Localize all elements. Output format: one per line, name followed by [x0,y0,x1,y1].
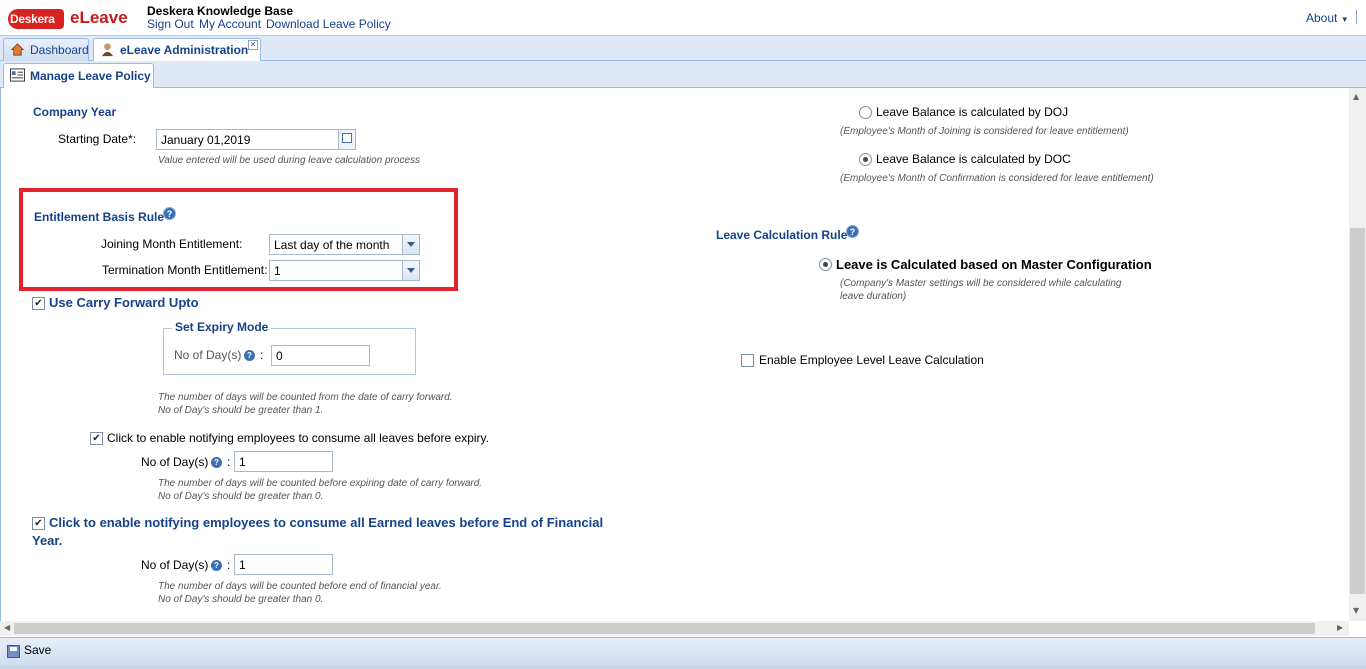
employee-level-checkbox[interactable] [741,354,754,367]
close-icon[interactable]: ✕ [248,40,258,50]
master-config-label: Leave is Calculated based on Master Conf… [836,257,1152,272]
scroll-up-icon[interactable]: ▲ [1353,92,1359,101]
company-year-title: Company Year [33,105,117,119]
notify-expiry-label: Click to enable notifying employees to c… [107,431,489,445]
termination-month-select[interactable]: 1 [269,260,420,281]
entitlement-basis-rule-title: Entitlement Basis Rule [34,210,165,224]
help-icon[interactable]: ? [244,350,255,361]
app-name: eLeave [70,8,128,27]
notify-earned-days-value: 1 [239,558,246,572]
notify-expiry-days-label: No of Day(s) [141,455,209,469]
chevron-down-icon[interactable] [402,261,419,280]
policy-form: Company Year Starting Date*: January 01,… [0,88,1349,621]
notify-expiry-days-value: 1 [239,455,246,469]
starting-date-label: Starting Date*: [58,132,137,146]
policy-icon [10,68,25,82]
joining-month-select[interactable]: Last day of the month [269,234,420,255]
leave-balance-doc-label: Leave Balance is calculated by DOC [876,152,1071,166]
employee-level-label: Enable Employee Level Leave Calculation [759,353,984,367]
colon: : [260,348,264,362]
bottom-toolbar [0,637,1366,665]
horizontal-scroll-thumb[interactable] [14,623,1315,634]
calendar-icon[interactable] [338,130,355,149]
scroll-down-icon[interactable]: ▼ [1353,606,1359,615]
sign-out-link[interactable]: Sign Out [147,17,194,31]
help-icon[interactable]: ? [163,207,176,220]
divider [1356,10,1357,24]
notify-expiry-hint-2: No of Day's should be greater than 0. [158,491,324,502]
about-menu[interactable]: About ▼ [1306,11,1349,25]
colon: : [227,455,231,469]
tab-eleave-administration[interactable]: eLeave Administration [93,38,261,62]
carry-days-label: No of Day(s) [174,348,241,362]
notify-earned-hint-1: The number of days will be counted befor… [158,581,442,592]
starting-date-field[interactable]: January 01,2019 [156,129,356,150]
help-icon[interactable]: ? [846,225,859,238]
master-config-hint-2: leave duration) [840,291,907,302]
scroll-right-icon[interactable]: ▶ [1337,623,1343,632]
notify-earned-hint-2: No of Day's should be greater than 0. [158,594,324,605]
scroll-left-icon[interactable]: ◀ [4,623,10,632]
vertical-scroll-thumb[interactable] [1350,228,1365,594]
colon: : [227,558,231,572]
chevron-down-icon: ▼ [1340,15,1349,24]
tab-dashboard[interactable]: Dashboard [3,38,89,61]
carry-days-input[interactable]: 0 [271,345,370,366]
subtab-label: Manage Leave Policy [30,69,151,83]
leave-balance-doc-hint: (Employee's Month of Confirmation is con… [840,173,1154,184]
tab-manage-leave-policy[interactable]: Manage Leave Policy [3,63,154,88]
leave-balance-doc-radio[interactable] [859,153,872,166]
home-icon [10,43,25,56]
carry-days-value: 0 [276,349,283,363]
sub-tab-strip [0,61,1366,88]
help-icon[interactable]: ? [211,560,222,571]
carry-days-label-text: No of Day(s) [174,348,242,362]
master-config-radio[interactable] [819,258,832,271]
carry-forward-checkbox[interactable] [32,297,45,310]
notify-earned-checkbox[interactable] [32,517,45,530]
carry-hint-1: The number of days will be counted from … [158,392,453,403]
leave-balance-doj-radio[interactable] [859,106,872,119]
divider [0,665,1366,669]
notify-earned-days-label: No of Day(s) [141,558,209,572]
notify-earned-days-input[interactable]: 1 [234,554,333,575]
notify-earned-label-line1: Click to enable notifying employees to c… [49,515,604,530]
notify-expiry-hint-1: The number of days will be counted befor… [158,478,483,489]
leave-balance-doj-hint: (Employee's Month of Joining is consider… [840,126,1129,137]
download-leave-policy-link[interactable]: Download Leave Policy [266,17,391,31]
help-icon[interactable]: ? [211,457,222,468]
starting-date-hint: Value entered will be used during leave … [158,155,421,166]
tab-label: eLeave Administration [120,43,249,57]
joining-month-value: Last day of the month [274,238,390,252]
knowledge-base-title[interactable]: Deskera Knowledge Base [147,4,293,18]
carry-hint-2: No of Day's should be greater than 1. [158,405,324,416]
joining-month-label: Joining Month Entitlement: [101,237,243,251]
about-label: About [1306,11,1338,25]
master-config-hint-1: (Company's Master settings will be consi… [840,278,1122,289]
starting-date-value: January 01,2019 [161,133,251,147]
leave-calculation-rule-title: Leave Calculation Rule [716,228,848,242]
chevron-down-icon[interactable] [402,235,419,254]
logo-text: Deskera [10,12,55,26]
save-button[interactable]: Save [6,643,51,657]
termination-month-value: 1 [274,264,281,278]
expiry-mode-legend: Set Expiry Mode [172,320,272,334]
my-account-link[interactable]: My Account [199,17,261,31]
leave-balance-doj-label: Leave Balance is calculated by DOJ [876,105,1069,119]
notify-expiry-days-input[interactable]: 1 [234,451,333,472]
tab-label: Dashboard [30,43,89,57]
notify-expiry-checkbox[interactable] [90,432,103,445]
notify-earned-label-line2: Year. [32,533,63,548]
carry-forward-label: Use Carry Forward Upto [49,295,199,310]
termination-month-label: Termination Month Entitlement: [102,263,268,277]
admin-user-icon [101,43,114,57]
